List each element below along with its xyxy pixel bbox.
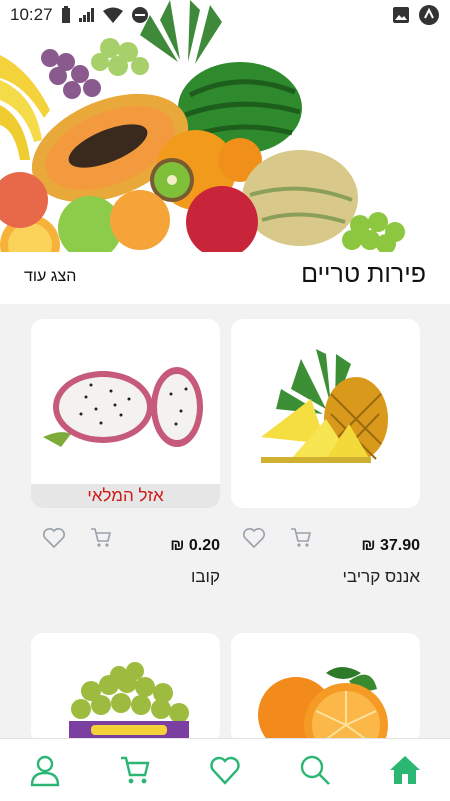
- image-notification-icon: [393, 7, 409, 23]
- product-image-oranges[interactable]: [231, 633, 420, 743]
- product-image-pineapple[interactable]: [231, 319, 420, 508]
- cart-icon[interactable]: [118, 753, 152, 787]
- show-more-link[interactable]: הצג עוד: [24, 268, 76, 286]
- signal-icon: [78, 8, 94, 22]
- add-to-cart-icon[interactable]: [290, 528, 312, 548]
- add-to-cart-icon[interactable]: [90, 528, 112, 548]
- product-price: 37.90 ₪: [361, 537, 420, 554]
- user-icon[interactable]: [28, 753, 62, 787]
- battery-icon: [61, 6, 70, 23]
- bottom-navigation: [0, 738, 450, 801]
- product-name[interactable]: אננס קריבי: [342, 567, 420, 587]
- product-image-grapes[interactable]: [31, 633, 220, 743]
- favorite-heart-icon[interactable]: [42, 527, 66, 549]
- product-name[interactable]: קובו: [191, 567, 220, 587]
- app-notification-icon: [419, 5, 439, 25]
- product-image-dragon-fruit[interactable]: אזל המלאי: [31, 319, 220, 508]
- wifi-icon: [102, 7, 123, 23]
- fruit-banner-image: [0, 0, 450, 252]
- section-header: פירות טריים הצג עוד: [0, 252, 450, 304]
- home-icon[interactable]: [388, 753, 422, 787]
- status-time: 10:27: [10, 5, 53, 24]
- section-title: פירות טריים: [301, 260, 426, 288]
- do-not-disturb-icon: [131, 7, 148, 23]
- status-bar: 10:27: [0, 0, 450, 30]
- heart-icon[interactable]: [208, 753, 242, 787]
- search-icon[interactable]: [298, 753, 332, 787]
- favorite-heart-icon[interactable]: [242, 527, 266, 549]
- product-price: 0.20 ₪: [170, 537, 220, 554]
- sold-out-label: אזל המלאי: [31, 484, 220, 508]
